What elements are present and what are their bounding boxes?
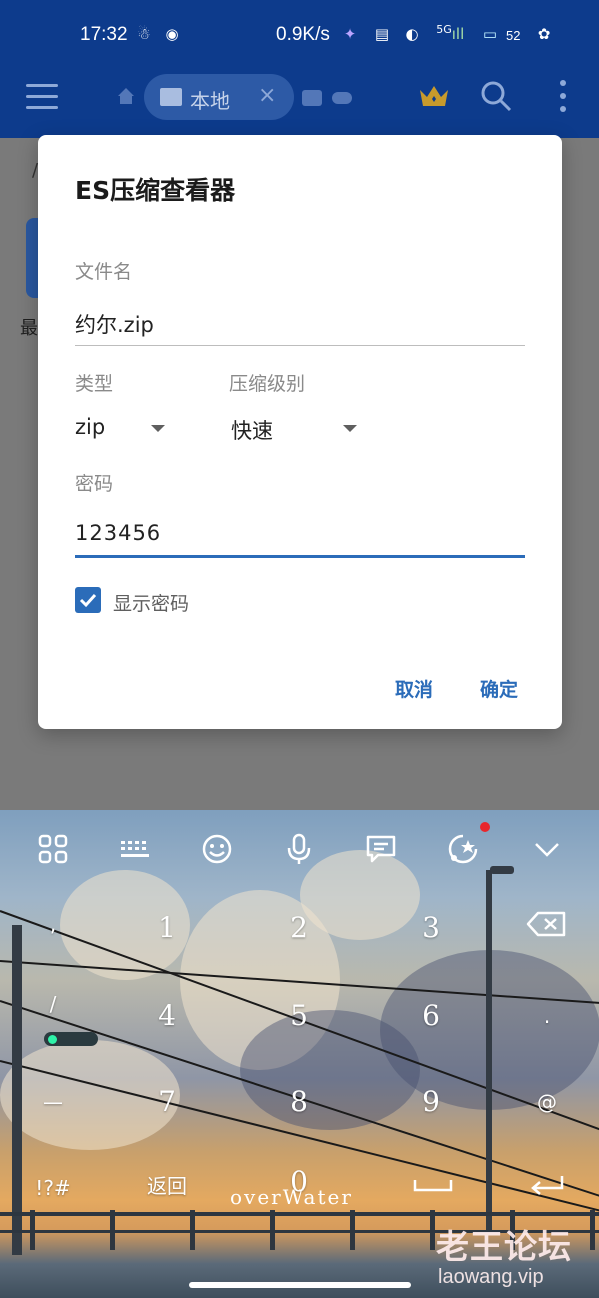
key-7[interactable]: 7 xyxy=(122,1072,212,1132)
menu-icon[interactable] xyxy=(26,84,58,112)
password-input[interactable]: 123456 xyxy=(75,521,161,545)
keyboard-brand: overWater xyxy=(230,1185,353,1209)
battery-icon: ▭ xyxy=(482,25,498,43)
message-icon[interactable] xyxy=(364,832,398,866)
filename-underline xyxy=(75,345,525,346)
key-period[interactable]: . xyxy=(502,986,592,1046)
app-bar: 本地 × xyxy=(0,70,599,138)
key-6[interactable]: 6 xyxy=(386,986,476,1046)
chevron-down-icon xyxy=(151,425,165,432)
level-select[interactable]: 快速 xyxy=(229,411,369,447)
app-notification-icon: ◉ xyxy=(165,25,179,43)
level-select-value: 快速 xyxy=(231,419,273,443)
filename-label: 文件名 xyxy=(75,261,133,283)
apps-grid-icon[interactable] xyxy=(36,832,70,866)
key-2[interactable]: 2 xyxy=(254,898,344,958)
check-icon xyxy=(79,593,97,608)
collapse-keyboard-icon[interactable] xyxy=(530,832,564,866)
type-select-value: zip xyxy=(75,415,106,439)
key-9[interactable]: 9 xyxy=(386,1072,476,1132)
type-select[interactable]: zip xyxy=(75,411,175,447)
avatar-icon: ☃ xyxy=(137,25,151,43)
show-password-checkbox[interactable] xyxy=(75,587,101,613)
cloud-icon[interactable] xyxy=(332,92,352,104)
password-label: 密码 xyxy=(75,473,114,495)
sparkle-icon: ✦ xyxy=(343,25,357,43)
close-tab-icon[interactable]: × xyxy=(258,83,276,108)
traffic-light-green xyxy=(48,1035,57,1044)
key-comma[interactable]: , xyxy=(8,894,98,954)
backspace-icon[interactable] xyxy=(526,910,568,938)
notification-dot xyxy=(480,822,490,832)
dialog-title: ES压缩查看器 xyxy=(75,176,236,205)
theme-star-icon[interactable] xyxy=(446,832,480,866)
enter-icon[interactable] xyxy=(528,1172,568,1200)
bird-icon: ◐ xyxy=(405,25,419,43)
key-5[interactable]: 5 xyxy=(254,986,344,1046)
status-time: 17:32 xyxy=(80,24,128,45)
home-icon[interactable] xyxy=(116,86,136,106)
signal-bars-icon: ıll xyxy=(451,25,465,43)
key-8[interactable]: 8 xyxy=(254,1072,344,1132)
keyboard: , 1 2 3 / 4 5 6 . — 7 8 9 @ !?# 返回 0 ove… xyxy=(0,810,599,1298)
folder-label: 最 xyxy=(20,318,38,339)
status-bar: 17:32 ☃ ◉ 0.9K/s ✦ ▤ ◐ 5G ıll ▭ 52 ✿ xyxy=(0,0,599,70)
battery-level: 52 xyxy=(506,28,521,43)
show-password-label: 显示密码 xyxy=(113,593,190,615)
key-dash[interactable]: — xyxy=(8,1072,98,1132)
cancel-button[interactable]: 取消 xyxy=(395,675,433,702)
storage-icon xyxy=(160,88,182,106)
more-options-icon[interactable] xyxy=(558,80,568,114)
password-underline xyxy=(75,555,525,558)
key-3[interactable]: 3 xyxy=(386,898,476,958)
street-lamp-head xyxy=(490,866,514,874)
network-speed: 0.9K/s xyxy=(276,24,330,45)
watermark-title: 老王论坛 xyxy=(436,1227,572,1266)
level-label: 压缩级别 xyxy=(229,373,306,395)
chat-icon[interactable] xyxy=(302,90,322,106)
crown-icon[interactable] xyxy=(418,82,450,110)
emoji-icon[interactable] xyxy=(200,832,234,866)
search-icon[interactable] xyxy=(480,80,512,112)
chevron-down-icon xyxy=(343,425,357,432)
type-label: 类型 xyxy=(75,373,114,395)
key-back[interactable]: 返回 xyxy=(122,1156,212,1216)
key-4[interactable]: 4 xyxy=(122,986,212,1046)
filename-input[interactable]: 约尔.zip xyxy=(75,309,154,339)
street-lamp xyxy=(486,870,492,1230)
microphone-icon[interactable] xyxy=(282,832,316,866)
key-1[interactable]: 1 xyxy=(122,898,212,958)
keyboard-layout-icon[interactable] xyxy=(118,832,152,866)
watermark-url: laowang.vip xyxy=(438,1266,544,1288)
tab-label: 本地 xyxy=(190,89,230,113)
flower-icon: ✿ xyxy=(537,25,551,43)
ok-button[interactable]: 确定 xyxy=(480,675,518,702)
card-icon: ▤ xyxy=(374,25,390,43)
space-icon[interactable] xyxy=(412,1176,454,1196)
key-slash[interactable]: / xyxy=(8,974,98,1034)
gesture-home-bar[interactable] xyxy=(189,1282,411,1288)
key-at[interactable]: @ xyxy=(502,1072,592,1132)
key-symbols[interactable]: !?# xyxy=(8,1158,98,1218)
compress-dialog: ES压缩查看器 文件名 约尔.zip 类型 压缩级别 zip 快速 密码 123… xyxy=(38,135,562,729)
tab-local[interactable]: 本地 × xyxy=(144,74,294,120)
